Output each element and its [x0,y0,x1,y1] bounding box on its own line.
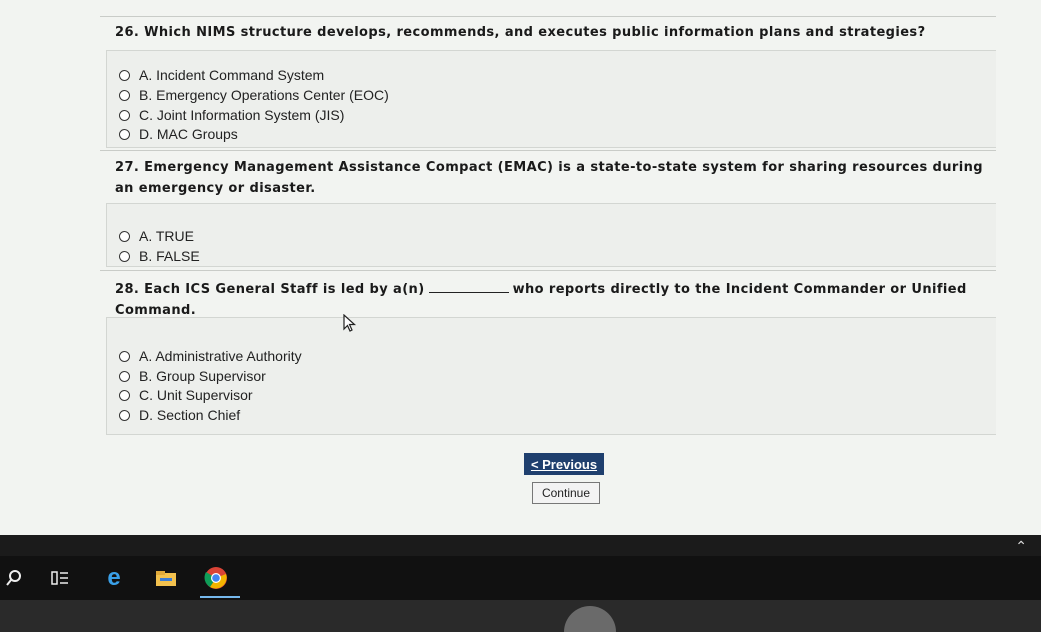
monitor-bezel [0,600,1041,632]
option-26-c[interactable]: C. Joint Information System (JIS) [119,105,344,125]
previous-button[interactable]: < Previous [524,453,604,475]
radio-icon[interactable] [119,389,130,401]
option-28-c[interactable]: C. Unit Supervisor [119,385,253,405]
question-27-title: 27. Emergency Management Assistance Comp… [115,160,983,196]
continue-button[interactable]: Continue [532,482,600,504]
answer-blank [428,292,509,293]
option-26-d[interactable]: D. MAC Groups [119,124,238,144]
active-app-indicator [200,596,240,598]
option-27-a[interactable]: A. TRUE [119,226,194,246]
radio-icon[interactable] [119,89,130,101]
chevron-up-icon[interactable]: ⌃ [1015,538,1027,555]
radio-icon[interactable] [119,128,130,140]
radio-icon[interactable] [119,409,130,421]
internet-explorer-icon[interactable]: e [100,564,128,592]
question-26-options: A. Incident Command System B. Emergency … [106,50,996,148]
question-28-options: A. Administrative Authority B. Group Sup… [106,317,996,435]
radio-icon[interactable] [119,69,130,81]
radio-icon[interactable] [119,370,130,382]
option-28-a[interactable]: A. Administrative Authority [119,346,302,366]
radio-icon[interactable] [119,109,130,121]
question-27-options: A. TRUE B. FALSE [106,203,996,267]
radio-icon[interactable] [119,230,130,242]
search-icon[interactable] [0,564,28,592]
question-26: 26. Which NIMS structure develops, recom… [100,16,996,148]
hp-logo-icon [564,606,616,632]
file-explorer-icon[interactable] [152,564,180,592]
option-26-b[interactable]: B. Emergency Operations Center (EOC) [119,85,389,105]
chrome-icon[interactable] [202,564,230,592]
quiz-screen: 26. Which NIMS structure develops, recom… [0,0,1041,535]
radio-icon[interactable] [119,250,130,262]
mouse-cursor-icon [343,314,357,332]
option-28-b[interactable]: B. Group Supervisor [119,366,266,386]
question-27: 27. Emergency Management Assistance Comp… [100,150,996,267]
option-27-b[interactable]: B. FALSE [119,246,200,266]
task-view-icon[interactable] [46,564,74,592]
question-26-title: 26. Which NIMS structure develops, recom… [115,25,926,40]
radio-icon[interactable] [119,350,130,362]
option-28-d[interactable]: D. Section Chief [119,405,240,425]
option-26-a[interactable]: A. Incident Command System [119,65,324,85]
question-28: 28. Each ICS General Staff is led by a(n… [100,270,996,435]
question-28-title: 28. Each ICS General Staff is led by a(n… [115,282,967,318]
taskbar: e [0,556,1041,600]
